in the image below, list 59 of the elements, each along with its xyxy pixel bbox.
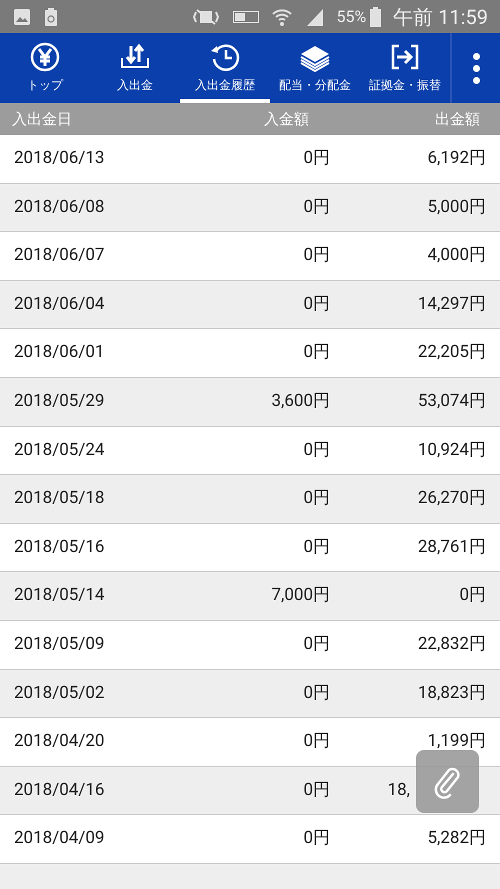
- nav-tab[interactable]: 証拠金・振替: [360, 33, 450, 103]
- table-cell-text: 18,: [386, 778, 410, 802]
- table-cell-text: 2018/04/20: [14, 730, 106, 754]
- table-cell-text: 0円: [302, 730, 330, 754]
- table-cell-text: 10,924円: [416, 438, 486, 462]
- table-cell-text: 28,761円: [416, 536, 486, 559]
- image-icon: [12, 6, 32, 26]
- table-cell-text: 0円: [302, 778, 330, 802]
- column-header: 出金額: [434, 108, 481, 130]
- table-cell-text: 0円: [302, 827, 330, 850]
- table-cell-text: 0円: [458, 584, 486, 608]
- table-cell-text: 0円: [302, 487, 330, 510]
- table-cell-text: 0円: [302, 244, 330, 268]
- nav-tab[interactable]: 入出金: [90, 33, 180, 103]
- table-cell-text: 26,270円: [416, 487, 486, 510]
- battery-percent: 55%: [336, 6, 366, 28]
- table-cell-text: 2018/05/02: [14, 682, 106, 705]
- table-cell-text: 14,297円: [416, 292, 486, 316]
- table-cell-text: 0円: [302, 682, 330, 705]
- yen-icon: [28, 42, 62, 72]
- battery-icon: [370, 6, 382, 26]
- table-cell-text: 2018/05/16: [14, 536, 106, 559]
- table-cell-text: 3,600円: [270, 390, 330, 414]
- table-cell-text: 0円: [302, 147, 330, 170]
- table-cell-text: 5,000円: [426, 196, 486, 219]
- clock: 午前 11:59: [393, 4, 488, 30]
- table-cell-text: 7,000円: [270, 584, 330, 608]
- table-cell-text: 2018/05/29: [14, 390, 106, 414]
- column-header: 入出金日: [12, 108, 73, 130]
- table-cell-text: 2018/06/08: [14, 196, 106, 219]
- table-cell-text: 2018/06/13: [14, 147, 106, 170]
- table-cell-text: 2018/04/09: [14, 827, 106, 850]
- table-cell-text: 2018/04/16: [14, 778, 106, 802]
- vibrate-mute-icon: [190, 8, 221, 26]
- table-cell-text: 2018/05/09: [14, 632, 106, 656]
- table-cell-text: 0円: [302, 536, 330, 559]
- table-cell-text: 2018/05/18: [14, 487, 106, 510]
- table-cell-text: 5,282円: [426, 827, 486, 850]
- table-cell-text: 0円: [302, 438, 330, 462]
- table-cell-text: 2018/05/14: [14, 584, 106, 608]
- table-cell-text: 0円: [302, 632, 330, 656]
- column-header: 入金額: [263, 108, 309, 130]
- table-cell-text: 22,832円: [416, 632, 486, 656]
- nav-tab[interactable]: 配当・分配金: [270, 33, 360, 103]
- table-cell-text: 1,199円: [426, 730, 486, 754]
- table-cell-text: 4,000円: [426, 244, 486, 268]
- table-cell-text: 6,192円: [426, 147, 486, 170]
- signal-icon: [304, 6, 325, 26]
- table-cell-text: 0円: [302, 196, 330, 219]
- table-cell-text: 2018/05/24: [14, 438, 106, 462]
- table-cell-text: 18,823円: [416, 682, 486, 705]
- table-cell-text: 2018/06/04: [14, 292, 106, 316]
- table-cell-text: 53,074円: [416, 390, 486, 414]
- table-cell-text: 22,205円: [416, 341, 486, 364]
- table-cell-text: 2018/06/07: [14, 244, 106, 268]
- table-cell-text: 0円: [302, 341, 330, 364]
- table-cell-text: 0円: [302, 292, 330, 316]
- nav-tab[interactable]: トップ: [0, 33, 90, 103]
- table-cell-text: 2018/06/01: [14, 341, 106, 364]
